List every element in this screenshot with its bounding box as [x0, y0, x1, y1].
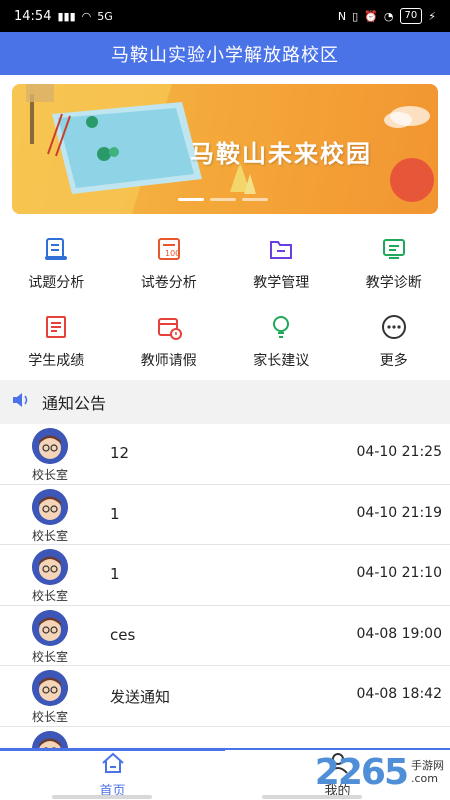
- sender-block: 校长室: [26, 488, 74, 544]
- menu-label: 更多: [379, 353, 408, 369]
- avatar: [32, 670, 68, 706]
- notice-title: 12: [110, 444, 130, 462]
- banner-carousel[interactable]: 马鞍山未来校园: [12, 84, 438, 214]
- menu-item-teacher-leave[interactable]: 教师请假: [113, 300, 226, 378]
- status-left: 14:54 ▮▮▮ ◠ 5G: [14, 9, 113, 24]
- notice-section-title: 通知公告: [42, 394, 107, 413]
- function-grid: 试题分析 100 试卷分析 教学管理 教学诊断 学生成绩 教师请假 家长建议 更…: [0, 222, 450, 378]
- sender-block: 校长室: [26, 609, 74, 665]
- menu-item-question-analysis[interactable]: 试题分析: [0, 222, 113, 300]
- banner-title: 马鞍山未来校园: [190, 140, 372, 168]
- report-card-icon: [41, 312, 71, 342]
- notice-title: 发送通知: [110, 688, 171, 706]
- tab-home[interactable]: 首页: [0, 750, 225, 800]
- sender-name: 校长室: [31, 589, 68, 603]
- signal-icon: ▮▮▮: [57, 9, 76, 23]
- notice-time: 04-10 21:25: [356, 444, 442, 460]
- carousel-dot[interactable]: [178, 198, 204, 201]
- avatar: [32, 609, 68, 646]
- notice-title: 1: [110, 504, 120, 523]
- menu-item-more[interactable]: 更多: [338, 300, 450, 378]
- page-title: 马鞍山实验小学解放路校区: [111, 44, 339, 66]
- lightbulb-icon: [266, 312, 296, 342]
- avatar: [32, 428, 68, 464]
- list-item[interactable]: 校长室 1 04-10 21:10: [0, 545, 450, 606]
- network-type-icon: 5G: [97, 9, 113, 23]
- notice-section-header: 通知公告: [0, 380, 450, 424]
- menu-label: 试卷分析: [140, 275, 197, 291]
- menu-label: 教学诊断: [365, 275, 422, 291]
- alarm-icon: ⏰: [364, 9, 378, 23]
- sender-name: 校长室: [31, 710, 68, 724]
- calendar-clock-icon: [154, 312, 184, 342]
- list-item[interactable]: 校长室 1 04-10 21:19: [0, 485, 450, 545]
- notice-list: 校长室 12 04-10 21:25 校长室 1 04-10 21:19 校长室…: [0, 424, 450, 748]
- notice-time: 04-08 19:00: [356, 625, 442, 642]
- scroll-icon: [41, 234, 71, 264]
- notice-title: 1: [110, 565, 120, 583]
- status-right: N ▯ ⏰ ◔ 70 ⚡: [338, 8, 436, 24]
- sender-name: 校长室: [31, 649, 68, 664]
- exam-paper-icon: 100: [154, 234, 184, 264]
- battery-icon: 70: [399, 8, 423, 24]
- menu-label: 家长建议: [253, 353, 310, 369]
- nfc-icon: N: [337, 9, 347, 23]
- site-watermark: 2265 手游网 .com: [315, 748, 444, 796]
- avatar: [32, 730, 68, 748]
- notice-time: 04-10 21:19: [356, 504, 442, 521]
- menu-item-paper-analysis[interactable]: 100 试卷分析: [113, 222, 226, 300]
- watermark-line1: 手游网: [411, 759, 444, 772]
- menu-item-parent-suggestion[interactable]: 家长建议: [225, 300, 338, 378]
- more-dots-icon: [379, 312, 409, 342]
- sender-name: 校长室: [31, 468, 68, 482]
- monitor-icon: [379, 234, 409, 264]
- vibrate-icon: ▯: [352, 9, 359, 23]
- sender-name: 校长室: [31, 528, 68, 543]
- nav-gesture-bar: [52, 795, 152, 799]
- list-item[interactable]: 校长室 发送通知 04-08 18:42: [0, 666, 450, 727]
- folder-icon: [266, 234, 296, 264]
- carousel-dots: [178, 198, 268, 201]
- list-item[interactable]: 校长室 12 04-10 21:25: [0, 424, 450, 485]
- menu-label: 学生成绩: [28, 353, 85, 369]
- menu-item-teaching-management[interactable]: 教学管理: [225, 222, 338, 300]
- list-item[interactable]: 校长室 ces 04-08 19:00: [0, 606, 450, 666]
- avatar: [32, 549, 68, 585]
- menu-label: 教学管理: [253, 275, 310, 291]
- status-bar: 14:54 ▮▮▮ ◠ 5G N ▯ ⏰ ◔ 70 ⚡: [0, 0, 450, 32]
- home-icon: [101, 752, 125, 778]
- watermark-number: 2265: [314, 751, 409, 793]
- watermark-line2: .com: [411, 772, 438, 785]
- wifi-icon: ◠: [81, 9, 92, 23]
- speaker-icon: [12, 392, 30, 412]
- sender-block: [26, 730, 74, 748]
- watermark-text: 手游网 .com: [411, 759, 444, 785]
- carousel-dot[interactable]: [242, 198, 268, 201]
- menu-item-teaching-diagnosis[interactable]: 教学诊断: [338, 222, 450, 300]
- notice-title: ces: [110, 625, 136, 644]
- charging-icon: ⚡: [428, 9, 436, 23]
- menu-item-student-scores[interactable]: 学生成绩: [0, 300, 113, 378]
- avatar: [32, 488, 68, 525]
- tab-active-indicator: [0, 748, 225, 751]
- svg-text:100: 100: [165, 249, 180, 258]
- notice-time: 04-08 18:42: [356, 686, 442, 702]
- sender-block: 校长室: [26, 428, 74, 483]
- carousel-dot[interactable]: [210, 198, 236, 201]
- notice-time: 04-10 21:10: [356, 565, 442, 581]
- sender-block: 校长室: [26, 670, 74, 725]
- status-time: 14:54: [14, 8, 52, 24]
- wifi-signal-icon: ◔: [383, 9, 394, 23]
- menu-label: 试题分析: [28, 275, 85, 291]
- title-bar: 马鞍山实验小学解放路校区: [0, 32, 450, 75]
- sender-block: 校长室: [26, 549, 74, 604]
- list-item[interactable]: [0, 727, 450, 748]
- menu-label: 教师请假: [140, 353, 197, 369]
